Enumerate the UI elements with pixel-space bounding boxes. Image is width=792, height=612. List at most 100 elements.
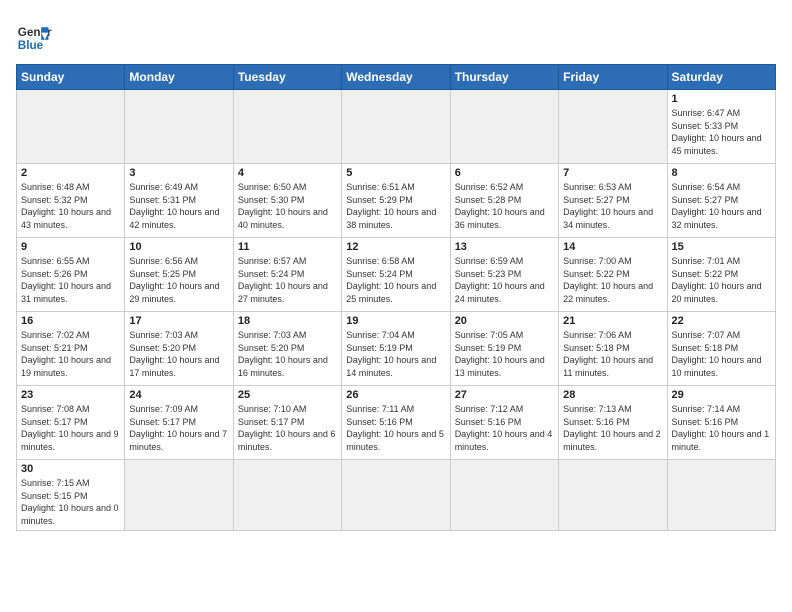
day-number: 25 xyxy=(238,389,337,401)
calendar-cell: 2Sunrise: 6:48 AM Sunset: 5:32 PM Daylig… xyxy=(17,164,125,238)
calendar-cell: 12 Sunrise: 6:58 AM Sunset: 5:24 PM Dayli… xyxy=(342,238,450,312)
day-info: Sunrise: 7:07 AM Sunset: 5:18 PM Dayligh… xyxy=(672,329,771,379)
day-info: Sunrise: 7:12 AM Sunset: 5:16 PM Dayligh… xyxy=(455,403,554,453)
day-number: 8 xyxy=(672,167,771,179)
calendar-cell: 19Sunrise: 7:04 AM Sunset: 5:19 PM Dayli… xyxy=(342,312,450,386)
day-info: Sunrise: 6:53 AM Sunset: 5:27 PM Dayligh… xyxy=(563,181,662,231)
calendar-cell: 3 Sunrise: 6:49 AM Sunset: 5:31 PM Daylig… xyxy=(125,164,233,238)
calendar-cell: 23Sunrise: 7:08 AM Sunset: 5:17 PM Dayli… xyxy=(17,386,125,460)
day-number: 19 xyxy=(346,315,445,327)
calendar-cell xyxy=(450,460,558,531)
day-info: Sunrise: 6:55 AM Sunset: 5:26 PM Dayligh… xyxy=(21,255,120,305)
logo-icon: General Blue xyxy=(16,20,52,56)
day-info: Sunrise: 7:05 AM Sunset: 5:19 PM Dayligh… xyxy=(455,329,554,379)
day-number: 21 xyxy=(563,315,662,327)
calendar-cell xyxy=(17,90,125,164)
calendar-cell: 18Sunrise: 7:03 AM Sunset: 5:20 PM Dayli… xyxy=(233,312,341,386)
day-info: Sunrise: 7:13 AM Sunset: 5:16 PM Dayligh… xyxy=(563,403,662,453)
day-number: 7 xyxy=(563,167,662,179)
day-info: Sunrise: 6:57 AM Sunset: 5:24 PM Dayligh… xyxy=(238,255,337,305)
day-number: 22 xyxy=(672,315,771,327)
day-info: Sunrise: 7:09 AM Sunset: 5:17 PM Dayligh… xyxy=(129,403,228,453)
calendar-cell: 26Sunrise: 7:11 AM Sunset: 5:16 PM Dayli… xyxy=(342,386,450,460)
day-info: Sunrise: 6:54 AM Sunset: 5:27 PM Dayligh… xyxy=(672,181,771,231)
calendar-cell xyxy=(233,460,341,531)
week-row-2: 2Sunrise: 6:48 AM Sunset: 5:32 PM Daylig… xyxy=(17,164,776,238)
day-number: 17 xyxy=(129,315,228,327)
day-info: Sunrise: 7:03 AM Sunset: 5:20 PM Dayligh… xyxy=(238,329,337,379)
calendar-cell xyxy=(450,90,558,164)
day-number: 13 xyxy=(455,241,554,253)
day-info: Sunrise: 7:00 AM Sunset: 5:22 PM Dayligh… xyxy=(563,255,662,305)
calendar-cell: 22 Sunrise: 7:07 AM Sunset: 5:18 PM Dayli… xyxy=(667,312,775,386)
day-number: 12 xyxy=(346,241,445,253)
calendar-cell xyxy=(233,90,341,164)
calendar-cell: 28 Sunrise: 7:13 AM Sunset: 5:16 PM Dayli… xyxy=(559,386,667,460)
calendar-table: SundayMondayTuesdayWednesdayThursdayFrid… xyxy=(16,64,776,531)
calendar-cell: 29Sunrise: 7:14 AM Sunset: 5:16 PM Dayli… xyxy=(667,386,775,460)
day-info: Sunrise: 6:50 AM Sunset: 5:30 PM Dayligh… xyxy=(238,181,337,231)
calendar-cell xyxy=(125,460,233,531)
day-number: 5 xyxy=(346,167,445,179)
calendar-cell: 11 Sunrise: 6:57 AM Sunset: 5:24 PM Dayli… xyxy=(233,238,341,312)
weekday-header-wednesday: Wednesday xyxy=(342,65,450,90)
day-number: 6 xyxy=(455,167,554,179)
calendar-cell xyxy=(342,90,450,164)
day-number: 15 xyxy=(672,241,771,253)
calendar-cell: 17 Sunrise: 7:03 AM Sunset: 5:20 PM Dayli… xyxy=(125,312,233,386)
calendar-cell xyxy=(342,460,450,531)
day-number: 27 xyxy=(455,389,554,401)
calendar-cell: 7 Sunrise: 6:53 AM Sunset: 5:27 PM Daylig… xyxy=(559,164,667,238)
day-number: 11 xyxy=(238,241,337,253)
weekday-header-tuesday: Tuesday xyxy=(233,65,341,90)
day-number: 10 xyxy=(129,241,228,253)
calendar-cell: 27 Sunrise: 7:12 AM Sunset: 5:16 PM Dayli… xyxy=(450,386,558,460)
calendar-cell: 6 Sunrise: 6:52 AM Sunset: 5:28 PM Daylig… xyxy=(450,164,558,238)
calendar-cell: 25Sunrise: 7:10 AM Sunset: 5:17 PM Dayli… xyxy=(233,386,341,460)
day-number: 14 xyxy=(563,241,662,253)
day-number: 23 xyxy=(21,389,120,401)
week-row-3: 9 Sunrise: 6:55 AM Sunset: 5:26 PM Daylig… xyxy=(17,238,776,312)
calendar-cell: 4 Sunrise: 6:50 AM Sunset: 5:30 PM Daylig… xyxy=(233,164,341,238)
day-info: Sunrise: 6:47 AM Sunset: 5:33 PM Dayligh… xyxy=(672,107,771,157)
calendar-cell xyxy=(667,460,775,531)
day-number: 30 xyxy=(21,463,120,475)
day-number: 4 xyxy=(238,167,337,179)
calendar-cell xyxy=(559,460,667,531)
day-number: 9 xyxy=(21,241,120,253)
calendar-cell: 24 Sunrise: 7:09 AM Sunset: 5:17 PM Dayli… xyxy=(125,386,233,460)
calendar-page: General Blue SundayMondayTuesdayWednesda… xyxy=(0,0,792,612)
calendar-cell: 30 Sunrise: 7:15 AM Sunset: 5:15 PM Dayli… xyxy=(17,460,125,531)
day-info: Sunrise: 6:59 AM Sunset: 5:23 PM Dayligh… xyxy=(455,255,554,305)
day-info: Sunrise: 7:14 AM Sunset: 5:16 PM Dayligh… xyxy=(672,403,771,453)
calendar-cell: 20Sunrise: 7:05 AM Sunset: 5:19 PM Dayli… xyxy=(450,312,558,386)
day-info: Sunrise: 7:03 AM Sunset: 5:20 PM Dayligh… xyxy=(129,329,228,379)
calendar-cell: 10Sunrise: 6:56 AM Sunset: 5:25 PM Dayli… xyxy=(125,238,233,312)
weekday-header-saturday: Saturday xyxy=(667,65,775,90)
day-info: Sunrise: 6:52 AM Sunset: 5:28 PM Dayligh… xyxy=(455,181,554,231)
calendar-cell xyxy=(559,90,667,164)
calendar-cell xyxy=(125,90,233,164)
weekday-header-thursday: Thursday xyxy=(450,65,558,90)
day-info: Sunrise: 6:48 AM Sunset: 5:32 PM Dayligh… xyxy=(21,181,120,231)
calendar-cell: 5Sunrise: 6:51 AM Sunset: 5:29 PM Daylig… xyxy=(342,164,450,238)
day-number: 3 xyxy=(129,167,228,179)
calendar-cell: 14 Sunrise: 7:00 AM Sunset: 5:22 PM Dayli… xyxy=(559,238,667,312)
calendar-cell: 1Sunrise: 6:47 AM Sunset: 5:33 PM Daylig… xyxy=(667,90,775,164)
day-number: 28 xyxy=(563,389,662,401)
day-info: Sunrise: 6:49 AM Sunset: 5:31 PM Dayligh… xyxy=(129,181,228,231)
svg-text:Blue: Blue xyxy=(18,39,44,52)
calendar-cell: 16Sunrise: 7:02 AM Sunset: 5:21 PM Dayli… xyxy=(17,312,125,386)
day-number: 24 xyxy=(129,389,228,401)
day-number: 16 xyxy=(21,315,120,327)
day-number: 26 xyxy=(346,389,445,401)
weekday-header-sunday: Sunday xyxy=(17,65,125,90)
calendar-cell: 13 Sunrise: 6:59 AM Sunset: 5:23 PM Dayli… xyxy=(450,238,558,312)
week-row-6: 30 Sunrise: 7:15 AM Sunset: 5:15 PM Dayli… xyxy=(17,460,776,531)
day-info: Sunrise: 6:58 AM Sunset: 5:24 PM Dayligh… xyxy=(346,255,445,305)
day-info: Sunrise: 7:15 AM Sunset: 5:15 PM Dayligh… xyxy=(21,477,120,527)
calendar-cell: 15 Sunrise: 7:01 AM Sunset: 5:22 PM Dayli… xyxy=(667,238,775,312)
weekday-header-friday: Friday xyxy=(559,65,667,90)
day-info: Sunrise: 7:01 AM Sunset: 5:22 PM Dayligh… xyxy=(672,255,771,305)
day-info: Sunrise: 7:06 AM Sunset: 5:18 PM Dayligh… xyxy=(563,329,662,379)
